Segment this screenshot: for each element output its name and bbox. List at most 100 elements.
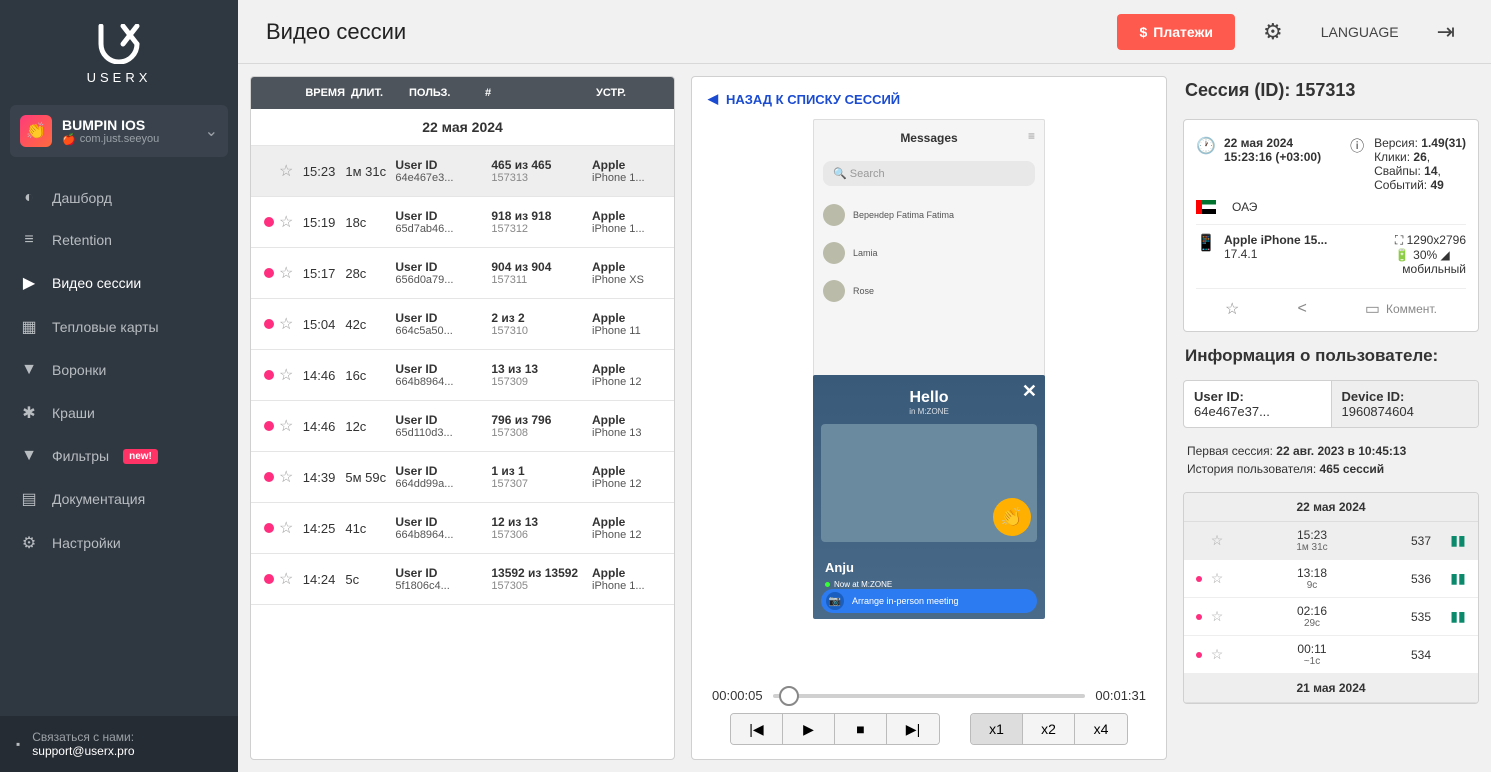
exit-icon[interactable]: ⇥ [1429,19,1463,45]
next-button[interactable]: ▶| [887,714,939,744]
row-time: 14:46 [293,419,339,434]
row-user-id: 65d110d3... [395,427,491,439]
chevron-down-icon: ⌄ [205,121,218,141]
row-count: 1 из 1 [491,464,592,478]
phone-search: 🔍 Search [823,161,1035,186]
star-icon[interactable]: ☆ [1206,608,1228,625]
history-row[interactable]: ☆ 13:189с 536 ▮▮ [1184,560,1478,598]
nav-label: Тепловые карты [52,319,159,335]
session-row[interactable]: ☆ 14:46 16с User ID664b8964... 13 из 131… [251,350,674,401]
star-icon[interactable]: ☆ [279,263,293,283]
star-icon[interactable]: ☆ [1206,646,1228,663]
nav-item[interactable]: ✱Краши [0,391,238,435]
row-time: 15:23 [293,164,339,179]
comment-button[interactable]: ▭Коммент. [1365,299,1437,319]
row-time: 14:39 [293,470,339,485]
back-link[interactable]: ◀НАЗАД К СПИСКУ СЕССИЙ [708,91,1150,107]
star-icon[interactable]: ☆ [279,416,293,436]
stop-button[interactable]: ■ [835,714,887,744]
star-icon[interactable]: ☆ [1206,570,1228,587]
play-button[interactable]: ▶ [783,714,835,744]
row-duration: 42с [339,317,395,332]
session-row[interactable]: ☆ 14:24 5с User ID5f1806c4... 13592 из 1… [251,554,674,605]
row-user-id: 65d7ab46... [395,223,491,235]
row-user-label: User ID [395,158,491,172]
userinfo-header: Информация о пользователе: [1183,346,1479,366]
row-user-id: 664c5a50... [395,325,491,337]
history-id: 536 [1396,572,1446,586]
session-row[interactable]: ☆ 14:39 5м 59с User ID664dd99a... 1 из 1… [251,452,674,503]
speed-button[interactable]: x4 [1075,714,1127,744]
star-icon[interactable]: ☆ [279,212,293,232]
row-device: Apple [592,413,666,427]
row-model: iPhone XS [592,274,666,286]
nav-item[interactable]: ▶Видео сессии [0,261,238,305]
chat-icon: ▪ [16,737,20,751]
nav-menu: ◐Дашборд≡Retention▶Видео сессии▦Тепловые… [0,167,238,716]
row-user-label: User ID [395,464,491,478]
row-duration: 5м 59с [339,470,395,485]
nav-item[interactable]: ≡Retention [0,219,238,261]
share-button[interactable]: < [1297,299,1306,319]
new-badge: new! [123,449,158,464]
row-user-label: User ID [395,566,491,580]
app-selector[interactable]: 👏 BUMPIN IOS 🍎com.just.seeyou ⌄ [10,105,228,157]
progress-track[interactable] [773,694,1086,698]
contact-box[interactable]: ▪ Связаться с нами: support@userx.pro [0,716,238,772]
row-duration: 18с [339,215,395,230]
row-device: Apple [592,515,666,529]
star-icon[interactable]: ☆ [279,569,293,589]
session-row[interactable]: ☆ 14:25 41с User ID664b8964... 12 из 131… [251,503,674,554]
row-user-label: User ID [395,362,491,376]
nav-item[interactable]: ⚙Настройки [0,521,238,565]
nav-icon: ▼ [20,361,38,379]
sessions-list[interactable]: ☆ 15:23 1м 31с User ID64e467e3... 465 из… [251,146,674,759]
history-id: 537 [1396,534,1446,548]
nav-icon: ✱ [20,403,38,423]
info-icon[interactable]: ⓘ [1350,136,1364,156]
nav-label: Фильтры [52,448,109,464]
progress-thumb[interactable] [779,686,799,706]
nav-item[interactable]: ▼Фильтрыnew! [0,435,238,477]
row-duration: 41с [339,521,395,536]
col-number: # [485,87,596,99]
history-row[interactable]: ☆ 00:11~1с 534 [1184,636,1478,674]
speed-button[interactable]: x2 [1023,714,1075,744]
nav-item[interactable]: ▦Тепловые карты [0,305,238,349]
payments-button[interactable]: $Платежи [1117,14,1235,50]
nav-item[interactable]: ◐Дашборд [0,177,238,219]
history-row[interactable]: ☆ 15:231м 31с 537 ▮▮ [1184,522,1478,560]
speed-buttons: x1x2x4 [970,713,1128,745]
star-icon[interactable]: ☆ [279,365,293,385]
favorite-button[interactable]: ☆ [1225,299,1239,319]
col-device: УСТР. [596,87,666,99]
star-icon[interactable]: ☆ [279,314,293,334]
star-icon[interactable]: ☆ [279,161,293,181]
nav-item[interactable]: ▤Документация [0,477,238,521]
row-session-id: 157313 [491,172,592,184]
row-duration: 16с [339,368,395,383]
row-time: 15:04 [293,317,339,332]
time-current: 00:00:05 [712,688,763,703]
session-row[interactable]: ☆ 15:23 1м 31с User ID64e467e3... 465 из… [251,146,674,197]
unread-dot [264,268,274,278]
session-row[interactable]: ☆ 15:19 18с User ID65d7ab46... 918 из 91… [251,197,674,248]
session-row[interactable]: ☆ 14:46 12с User ID65d110d3... 796 из 79… [251,401,674,452]
speed-button[interactable]: x1 [971,714,1023,744]
row-session-id: 157310 [491,325,592,337]
device-id-label: Device ID: [1342,389,1469,404]
history-id: 535 [1396,610,1446,624]
star-icon[interactable]: ☆ [1206,532,1228,549]
language-selector[interactable]: LANGUAGE [1311,24,1409,40]
star-icon[interactable]: ☆ [279,518,293,538]
session-row[interactable]: ☆ 15:04 42с User ID664c5a50... 2 из 2157… [251,299,674,350]
timeline[interactable]: 00:00:05 00:01:31 [712,688,1146,703]
history-row[interactable]: ☆ 02:1629с 535 ▮▮ [1184,598,1478,636]
settings-icon[interactable]: ⚙ [1255,19,1291,45]
row-time: 15:17 [293,266,339,281]
session-row[interactable]: ☆ 15:17 28с User ID656d0a79... 904 из 90… [251,248,674,299]
star-icon[interactable]: ☆ [279,467,293,487]
nav-item[interactable]: ▼Воронки [0,349,238,391]
app-icon: 👏 [20,115,52,147]
prev-button[interactable]: |◀ [731,714,783,744]
